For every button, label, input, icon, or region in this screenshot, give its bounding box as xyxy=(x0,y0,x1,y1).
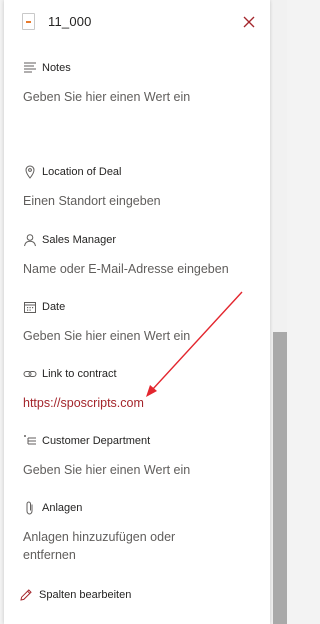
field-label-link: Link to contract xyxy=(23,366,117,382)
scrollbar[interactable] xyxy=(273,0,287,624)
calendar-icon xyxy=(24,302,36,313)
app-frame: 11_000 Notes Geben Sie hier einen Wert e xyxy=(0,0,288,624)
choice-list-icon xyxy=(24,435,36,445)
date-input[interactable]: Geben Sie hier einen Wert ein xyxy=(23,327,255,345)
field-link: Link to contract https://sposcripts.com xyxy=(23,366,263,416)
scrollbar-thumb[interactable] xyxy=(273,332,287,624)
customer-department-input[interactable]: Geben Sie hier einen Wert ein xyxy=(23,461,255,479)
attachments-input[interactable]: Anlagen hinzuzufügen oder entfernen xyxy=(23,528,199,564)
field-label-sales-manager: Sales Manager xyxy=(23,232,116,248)
field-label-attachments: Anlagen xyxy=(23,500,82,516)
notes-input[interactable]: Geben Sie hier einen Wert ein xyxy=(23,88,255,106)
file-icon xyxy=(22,13,35,30)
map-pin-icon xyxy=(25,165,35,179)
pencil-icon xyxy=(20,589,32,601)
link-icon xyxy=(23,371,37,377)
panel-header: 11_000 xyxy=(22,12,258,34)
field-label-date: Date xyxy=(23,299,65,315)
label-notes: Notes xyxy=(42,62,71,74)
field-label-notes: Notes xyxy=(23,60,71,76)
text-lines-icon xyxy=(24,62,36,73)
item-details-panel: 11_000 Notes Geben Sie hier einen Wert e xyxy=(4,0,270,624)
field-label-customer-department: Customer Department xyxy=(23,433,150,449)
label-attachments: Anlagen xyxy=(42,502,83,514)
paperclip-icon xyxy=(26,501,33,515)
field-notes: Notes Geben Sie hier einen Wert ein xyxy=(23,60,263,120)
edit-columns-button[interactable]: Spalten bearbeiten xyxy=(19,586,131,604)
sales-manager-input[interactable]: Name oder E-Mail-Adresse eingeben xyxy=(23,260,255,278)
field-attachments: Anlagen Anlagen hinzuzufügen oder entfer… xyxy=(23,500,263,566)
contract-link[interactable]: https://sposcripts.com xyxy=(23,394,255,412)
close-icon xyxy=(243,16,255,28)
label-sales-manager: Sales Manager xyxy=(42,234,116,246)
edit-columns-label: Spalten bearbeiten xyxy=(39,589,132,601)
label-customer-department: Customer Department xyxy=(42,435,151,447)
person-icon xyxy=(24,234,36,247)
field-date: Date Geben Sie hier einen Wert ein xyxy=(23,299,263,349)
location-input[interactable]: Einen Standort eingeben xyxy=(23,192,255,210)
field-label-location: Location of Deal xyxy=(23,164,122,180)
field-customer-department: Customer Department Geben Sie hier einen… xyxy=(23,433,263,483)
field-sales-manager: Sales Manager Name oder E-Mail-Adresse e… xyxy=(23,232,263,282)
label-date: Date xyxy=(42,301,66,313)
field-location: Location of Deal Einen Standort eingeben xyxy=(23,164,263,214)
label-location: Location of Deal xyxy=(42,166,122,178)
item-title: 11_000 xyxy=(48,14,92,29)
close-button[interactable] xyxy=(240,12,258,32)
label-link: Link to contract xyxy=(42,368,117,380)
